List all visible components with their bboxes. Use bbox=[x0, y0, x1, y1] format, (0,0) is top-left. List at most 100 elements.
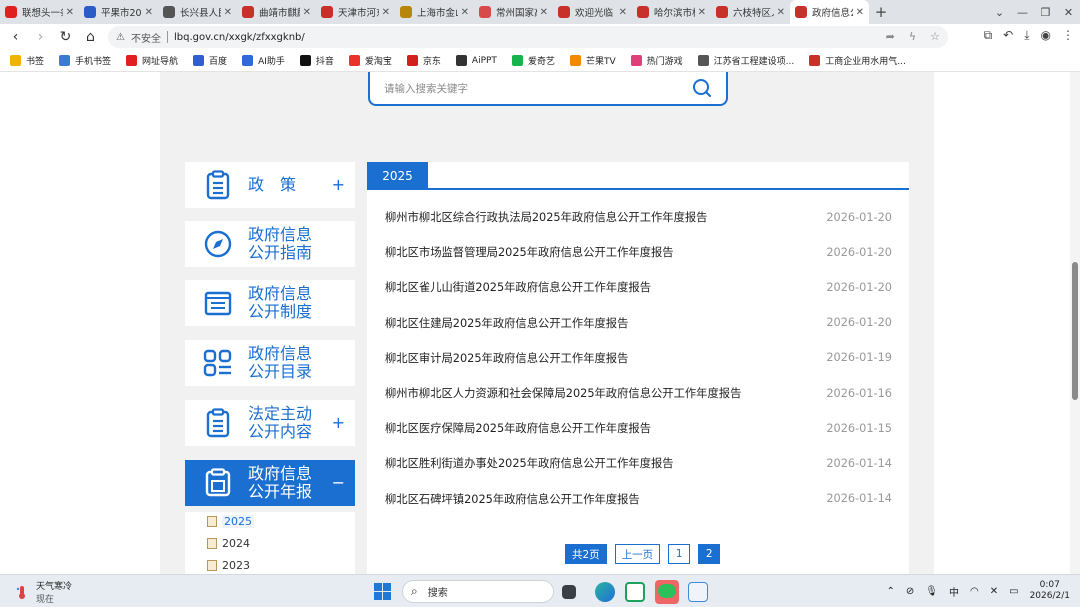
back-icon[interactable]: ‹ bbox=[3, 29, 28, 45]
menu-icon[interactable]: ⋮ bbox=[1062, 28, 1074, 43]
wifi-icon[interactable]: ◠ bbox=[970, 586, 979, 597]
maximize-button[interactable]: ❐ bbox=[1034, 6, 1057, 19]
sidenav-toggle[interactable]: − bbox=[332, 473, 345, 492]
bookmark-item[interactable]: 爱淘宝 bbox=[348, 54, 392, 67]
bookmark-item[interactable]: 书签 bbox=[10, 54, 44, 67]
prev-page-button[interactable]: 上一页 bbox=[614, 544, 661, 564]
share-icon[interactable]: ➦ bbox=[886, 30, 895, 43]
page-2-button[interactable]: 2 bbox=[698, 544, 721, 564]
sidenav-item[interactable]: 政 策 + bbox=[185, 162, 355, 208]
search-icon[interactable] bbox=[692, 78, 712, 98]
browser-tab[interactable]: 联想头一条✕ bbox=[0, 0, 79, 24]
subnav-year-item[interactable]: 2025 bbox=[207, 515, 254, 528]
tab-close-icon[interactable]: ✕ bbox=[461, 7, 469, 18]
new-tab-button[interactable]: + bbox=[869, 3, 893, 21]
pinned-app-icon[interactable] bbox=[688, 582, 708, 602]
tab-close-icon[interactable]: ✕ bbox=[145, 7, 153, 18]
battery-icon[interactable]: ▭ bbox=[1009, 586, 1018, 597]
taskbar-search[interactable]: ⌕ 搜索 bbox=[402, 580, 554, 603]
tab-close-icon[interactable]: ✕ bbox=[619, 7, 627, 18]
report-row[interactable]: 柳北区市场监督管理局2025年政府信息公开工作年度报告 2026-01-20 bbox=[385, 242, 892, 262]
tab-search-icon[interactable]: ⌄ bbox=[988, 6, 1011, 19]
report-row[interactable]: 柳北区住建局2025年政府信息公开工作年度报告 2026-01-20 bbox=[385, 313, 892, 333]
browser-tab[interactable]: 天津市河东✕ bbox=[316, 0, 395, 24]
tab-close-icon[interactable]: ✕ bbox=[303, 7, 311, 18]
report-title-link[interactable]: 柳北区雀儿山街道2025年政府信息公开工作年度报告 bbox=[385, 279, 651, 295]
bookmark-item[interactable]: 爱奇艺 bbox=[511, 54, 555, 67]
report-row[interactable]: 柳北区石碑坪镇2025年政府信息公开工作年度报告 2026-01-14 bbox=[385, 489, 892, 509]
ime-indicator[interactable]: 中 bbox=[949, 584, 959, 599]
tab-close-icon[interactable]: ✕ bbox=[698, 7, 706, 18]
minimize-button[interactable]: — bbox=[1011, 6, 1034, 19]
bookmark-item[interactable]: 芒果TV bbox=[569, 54, 616, 67]
report-title-link[interactable]: 柳北区住建局2025年政府信息公开工作年度报告 bbox=[385, 315, 628, 331]
browser-tab[interactable]: 平果市2025✕ bbox=[79, 0, 158, 24]
speaker-muted-icon[interactable]: ✕ bbox=[990, 586, 998, 597]
browser-tab[interactable]: 政府信息公✕ bbox=[790, 0, 869, 24]
bookmark-item[interactable]: 京东 bbox=[406, 54, 441, 67]
bookmark-item[interactable]: 百度 bbox=[193, 54, 227, 67]
bookmark-item[interactable]: 手机书签 bbox=[59, 54, 111, 67]
report-row[interactable]: 柳北区胜利街道办事处2025年政府信息公开工作年度报告 2026-01-14 bbox=[385, 453, 892, 473]
tab-close-icon[interactable]: ✕ bbox=[856, 7, 864, 18]
weather-widget[interactable]: 天气寒冷 现在 bbox=[14, 579, 72, 605]
browser-tab[interactable]: 欢迎光临 ✕ bbox=[553, 0, 632, 24]
browser-tab[interactable]: 哈尔滨市松✕ bbox=[632, 0, 711, 24]
search-input[interactable]: 请输入搜索关键字 bbox=[368, 72, 728, 106]
chevron-up-icon[interactable]: ⌃ bbox=[887, 586, 895, 597]
bookmark-item[interactable]: 网址导航 bbox=[126, 54, 178, 67]
tab-2025[interactable]: 2025 bbox=[367, 162, 428, 190]
undo-icon[interactable]: ↶ bbox=[1003, 28, 1013, 43]
report-row[interactable]: 柳北区雀儿山街道2025年政府信息公开工作年度报告 2026-01-20 bbox=[385, 277, 892, 297]
scrollbar-thumb[interactable] bbox=[1072, 262, 1078, 400]
clock[interactable]: 0:07 2026/2/1 bbox=[1030, 580, 1070, 602]
monitor-app-icon[interactable] bbox=[625, 582, 645, 602]
sidenav-toggle[interactable]: + bbox=[332, 175, 345, 194]
bookmark-item[interactable]: AI助手 bbox=[242, 54, 285, 67]
bookmark-item[interactable]: 抖音 bbox=[299, 54, 334, 67]
home-icon[interactable]: ⌂ bbox=[78, 29, 103, 45]
report-title-link[interactable]: 柳北区胜利街道办事处2025年政府信息公开工作年度报告 bbox=[385, 455, 674, 471]
microphone-icon[interactable]: 🎙 bbox=[925, 586, 938, 597]
sidenav-item[interactable]: 政府信息公开目录 bbox=[185, 340, 355, 386]
browser-tab[interactable]: 曲靖市麒麟✕ bbox=[237, 0, 316, 24]
subnav-year-item[interactable]: 2024 bbox=[207, 537, 250, 550]
wechat-icon[interactable] bbox=[655, 580, 679, 604]
report-row[interactable]: 柳州市柳北区综合行政执法局2025年政府信息公开工作年度报告 2026-01-20 bbox=[385, 207, 892, 227]
page-scrollbar[interactable] bbox=[1070, 72, 1080, 574]
extensions-icon[interactable]: ⧉ bbox=[984, 28, 993, 43]
lightning-icon[interactable]: ϟ bbox=[909, 30, 916, 43]
sidenav-item[interactable]: 政府信息公开年报 − bbox=[185, 460, 355, 506]
close-window-button[interactable]: ✕ bbox=[1057, 6, 1080, 19]
sidenav-toggle[interactable]: + bbox=[332, 413, 345, 432]
sidenav-item[interactable]: 政府信息公开指南 bbox=[185, 221, 355, 267]
bookmark-item[interactable]: 工商企业用水用气... bbox=[809, 54, 906, 67]
browser-tab[interactable]: 长兴县人民✕ bbox=[158, 0, 237, 24]
browser-tab[interactable]: 上海市金山✕ bbox=[395, 0, 474, 24]
report-title-link[interactable]: 柳北区石碑坪镇2025年政府信息公开工作年度报告 bbox=[385, 491, 640, 507]
tab-close-icon[interactable]: ✕ bbox=[382, 7, 390, 18]
bookmark-item[interactable]: 江苏省工程建设项... bbox=[697, 54, 794, 67]
report-row[interactable]: 柳北区医疗保障局2025年政府信息公开工作年度报告 2026-01-15 bbox=[385, 418, 892, 438]
sidenav-item[interactable]: 政府信息公开制度 bbox=[185, 280, 355, 326]
report-row[interactable]: 柳州市柳北区人力资源和社会保障局2025年政府信息公开工作年度报告 2026-01… bbox=[385, 383, 892, 403]
bookmark-item[interactable]: AiPPT bbox=[455, 55, 497, 66]
subnav-year-item[interactable]: 2023 bbox=[207, 559, 250, 572]
windows-start-icon[interactable] bbox=[374, 583, 391, 600]
forward-icon[interactable]: › bbox=[28, 29, 53, 45]
edge-icon[interactable] bbox=[595, 582, 615, 602]
tab-close-icon[interactable]: ✕ bbox=[224, 7, 232, 18]
bookmark-item[interactable]: 热门游戏 bbox=[630, 54, 683, 67]
tab-close-icon[interactable]: ✕ bbox=[66, 7, 74, 18]
download-icon[interactable]: ⤓ bbox=[1024, 28, 1029, 43]
tab-close-icon[interactable]: ✕ bbox=[777, 7, 785, 18]
page-1-button[interactable]: 1 bbox=[668, 544, 691, 564]
profile-icon[interactable]: ◉ bbox=[1041, 28, 1051, 43]
network-off-icon[interactable]: ⊘ bbox=[906, 586, 914, 597]
report-title-link[interactable]: 柳北区审计局2025年政府信息公开工作年度报告 bbox=[385, 350, 628, 366]
bookmark-star-icon[interactable]: ☆ bbox=[930, 30, 940, 43]
sidenav-item[interactable]: 法定主动公开内容 + bbox=[185, 400, 355, 446]
report-title-link[interactable]: 柳北区医疗保障局2025年政府信息公开工作年度报告 bbox=[385, 420, 651, 436]
task-view-icon[interactable] bbox=[562, 585, 576, 599]
report-title-link[interactable]: 柳州市柳北区综合行政执法局2025年政府信息公开工作年度报告 bbox=[385, 209, 707, 225]
